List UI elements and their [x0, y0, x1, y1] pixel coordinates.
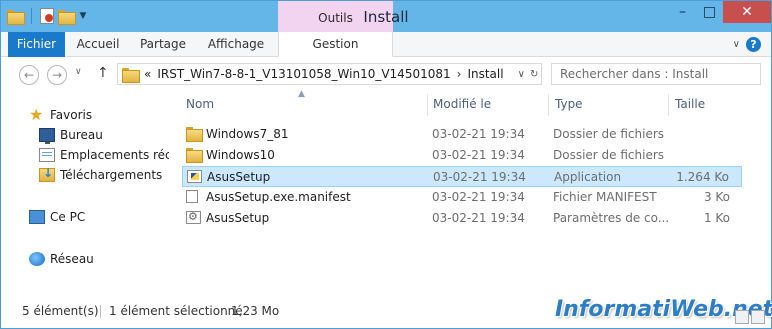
folder-icon [186, 127, 203, 142]
file-name: AsusSetup [207, 170, 271, 184]
sidebar-item-label: Emplacements récen [60, 148, 169, 162]
window-title: Install [363, 8, 409, 26]
sidebar-item-label: Ce PC [50, 210, 86, 224]
file-date: 03-02-21 19:34 [432, 211, 525, 225]
search-input[interactable]: Rechercher dans : Install [551, 63, 761, 85]
folder-icon [186, 148, 203, 163]
forward-button[interactable]: → [47, 65, 67, 85]
star-icon: ★ [29, 105, 44, 124]
view-switcher [735, 310, 765, 324]
navigation-pane: ★ Favoris Bureau Emplacements récen Télé… [1, 92, 169, 297]
network-icon [29, 252, 45, 266]
document-icon [186, 190, 198, 203]
settings-file-icon [186, 210, 201, 224]
window-controls: – □ ✕ [669, 1, 771, 23]
file-type: Fichier MANIFEST [553, 190, 657, 204]
tab-partage[interactable]: Partage [133, 32, 193, 57]
large-icons-view-icon[interactable] [751, 310, 765, 324]
tab-accueil[interactable]: Accueil [69, 32, 127, 57]
breadcrumb-item[interactable]: IRST_Win7-8-8-1_V13101058_Win10_V1450108… [157, 67, 450, 81]
column-divider[interactable] [427, 94, 428, 116]
help-icon[interactable]: ? [746, 37, 761, 52]
sort-ascending-icon: ▲ [298, 89, 305, 99]
tab-fichier[interactable]: Fichier [8, 32, 65, 57]
column-header-type[interactable]: Type [555, 97, 583, 111]
address-bar[interactable]: « IRST_Win7-8-8-1_V13101058_Win10_V14501… [117, 63, 542, 85]
file-row[interactable]: AsusSetup 03-02-21 19:34 Paramètres de c… [182, 208, 742, 229]
ribbon-controls: ∨ ? [733, 37, 761, 52]
file-type: Dossier de fichiers [553, 148, 665, 162]
sidebar-item-label: Réseau [50, 252, 94, 266]
title-bar[interactable]: ▼ Outils d'application Install – □ ✕ [1, 1, 771, 59]
tab-gestion[interactable]: Gestion [278, 32, 393, 57]
file-date: 03-02-21 19:34 [432, 127, 525, 141]
breadcrumb-overflow[interactable]: « [144, 67, 151, 81]
refresh-icon[interactable]: ↻ [530, 69, 538, 80]
file-type: Paramètres de co... [553, 211, 670, 225]
details-view-icon[interactable] [735, 310, 749, 324]
ribbon-tabs: Fichier Accueil Partage Affichage Gestio… [1, 32, 771, 57]
file-list: ▲ Nom Modifié le Type Taille Windows7_81… [169, 89, 771, 297]
sidebar-item-emplacements-recents[interactable]: Emplacements récen [39, 145, 169, 165]
file-size: 1 Ko [703, 211, 730, 225]
desktop-icon [39, 128, 55, 144]
minimize-button[interactable]: – [669, 1, 696, 23]
expand-ribbon-icon[interactable]: ∨ [733, 39, 740, 50]
status-separator [100, 305, 101, 318]
file-date: 03-02-21 19:34 [433, 170, 526, 184]
up-button[interactable]: ↑ [97, 65, 109, 81]
column-header-size[interactable]: Taille [675, 97, 705, 111]
sidebar-item-label: Bureau [60, 128, 103, 142]
file-type: Dossier de fichiers [553, 127, 665, 141]
file-name: AsusSetup [206, 211, 270, 225]
folder-icon [122, 67, 140, 83]
sidebar-item-label: Téléchargements [60, 168, 163, 182]
file-date: 03-02-21 19:34 [432, 190, 525, 204]
file-row[interactable]: Windows10 03-02-21 19:34 Dossier de fich… [182, 145, 742, 166]
file-size: 1.264 Ko [676, 170, 729, 184]
recent-locations-icon[interactable]: ∨ [75, 67, 82, 77]
breadcrumb-item-current[interactable]: Install [467, 67, 503, 81]
column-header-name[interactable]: Nom [186, 97, 214, 111]
downloads-icon [39, 166, 55, 182]
breadcrumb-separator[interactable]: › [457, 67, 462, 81]
close-button[interactable]: ✕ [723, 1, 771, 23]
file-type: Application [554, 170, 622, 184]
maximize-button[interactable]: □ [696, 1, 723, 23]
address-dropdown-icon[interactable]: ∨ [518, 69, 525, 80]
recent-places-icon [39, 148, 55, 162]
back-button[interactable]: ← [19, 65, 39, 85]
file-name: AsusSetup.exe.manifest [206, 190, 351, 204]
column-header-modified[interactable]: Modifié le [433, 97, 491, 111]
selection-count: 1 élément sélectionné [109, 304, 243, 318]
file-size: 3 Ko [703, 190, 730, 204]
selection-size: 1,23 Mo [231, 304, 280, 318]
file-name: Windows7_81 [206, 127, 289, 141]
application-icon [187, 170, 202, 183]
file-row[interactable]: Windows7_81 03-02-21 19:34 Dossier de fi… [182, 124, 742, 145]
file-name: Windows10 [206, 148, 275, 162]
file-row[interactable]: AsusSetup.exe.manifest 03-02-21 19:34 Fi… [182, 187, 742, 208]
navigation-bar: ← → ∨ ↑ « IRST_Win7-8-8-1_V13101058_Win1… [1, 57, 771, 92]
sidebar-item-label: Favoris [50, 108, 93, 122]
address-controls: ∨ ↻ [515, 64, 541, 84]
file-row-selected[interactable]: AsusSetup 03-02-21 19:34 Application 1.2… [182, 166, 742, 187]
explorer-window: ▼ Outils d'application Install – □ ✕ Fic… [0, 0, 772, 329]
computer-icon [29, 210, 45, 224]
tab-affichage[interactable]: Affichage [201, 32, 271, 57]
column-divider[interactable] [668, 94, 669, 116]
file-date: 03-02-21 19:34 [432, 148, 525, 162]
column-divider[interactable] [548, 94, 549, 116]
item-count: 5 élément(s) [22, 304, 99, 318]
